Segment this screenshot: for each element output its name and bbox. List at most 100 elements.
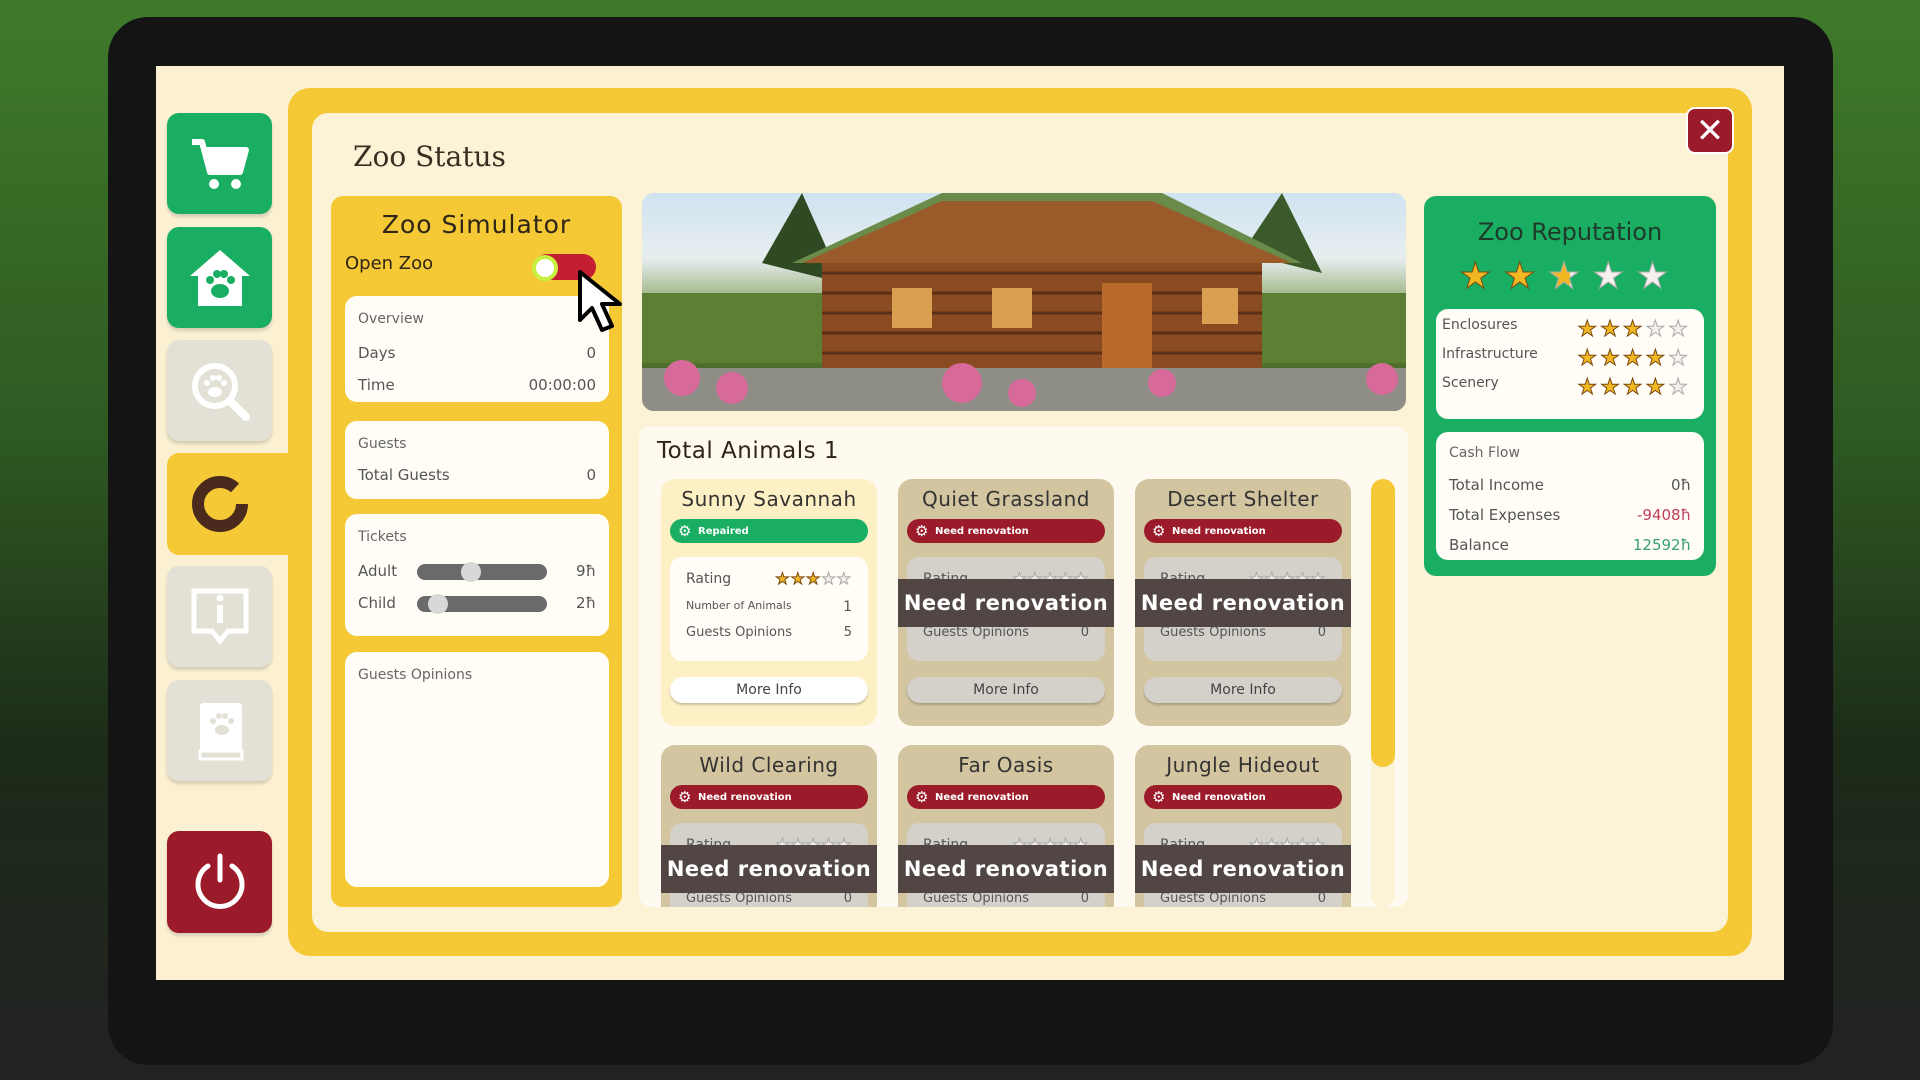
rating-label: Rating — [686, 570, 732, 587]
reputation-row: Scenery ★★★★★ — [1442, 375, 1691, 401]
status-badge: ⚙ Need renovation — [907, 785, 1105, 809]
status-badge: ⚙ Repaired — [670, 519, 868, 543]
sidebar-item-info[interactable] — [167, 566, 272, 667]
sidebar-item-encyclopedia[interactable] — [167, 680, 272, 781]
star-empty-icon: ★ — [1668, 317, 1691, 343]
cash-flow-box: Cash Flow Total Income 0ħ Total Expenses -… — [1436, 432, 1704, 560]
total-expenses-value: -9408ħ — [1636, 506, 1691, 524]
star-empty-icon: ★ — [1636, 256, 1681, 298]
close-icon: ✕ — [1695, 110, 1725, 151]
reputation-categories: Enclosures ★★★★★ Infrastructure ★★★★★ Scener… — [1436, 309, 1704, 419]
star-filled-icon: ★ — [1600, 346, 1623, 372]
gear-wrench-icon: ⚙ — [1152, 788, 1166, 806]
enclosure-name: Wild Clearing — [699, 753, 839, 777]
guests-box: Guests Total Guests 0 — [345, 421, 609, 499]
category-label: Enclosures — [1442, 317, 1518, 333]
overview-heading: Overview — [358, 311, 424, 327]
days-value: 0 — [586, 344, 596, 362]
status-badge: ⚙ Need renovation — [670, 785, 868, 809]
star-empty-icon: ★ — [1645, 317, 1669, 343]
star-empty-icon: ★ — [836, 569, 852, 589]
sidebar-item-shop[interactable] — [167, 113, 272, 214]
enclosure-card: Wild Clearing ⚙Need renovation Rating★★★… — [661, 745, 877, 907]
time-value: 00:00:00 — [528, 376, 596, 394]
gear-wrench-icon: ⚙ — [915, 522, 929, 540]
open-zoo-label: Open Zoo — [345, 253, 434, 274]
category-stars: ★★★★★ — [1577, 317, 1691, 343]
renovation-overlay: Need renovation — [898, 845, 1114, 893]
sidebar-item-status[interactable] — [167, 453, 272, 554]
category-stars: ★★★★★ — [1577, 346, 1691, 372]
time-label: Time — [358, 376, 395, 394]
star-filled-icon: ★ — [1600, 375, 1623, 401]
paw-search-icon — [191, 362, 250, 421]
child-price: 2ħ — [576, 594, 596, 612]
cart-icon — [191, 138, 249, 189]
tickets-box: Tickets Adult 9ħ Child 2ħ — [345, 514, 609, 636]
gear-wrench-icon: ⚙ — [678, 788, 692, 806]
reputation-row: Enclosures ★★★★★ — [1442, 317, 1691, 343]
scrollbar-thumb[interactable] — [1371, 479, 1395, 767]
renovation-overlay: Need renovation — [898, 579, 1114, 627]
days-label: Days — [358, 344, 396, 362]
category-label: Scenery — [1442, 375, 1499, 391]
status-text: Need renovation — [698, 791, 792, 803]
mouse-cursor-icon — [578, 270, 622, 332]
total-guests-label: Total Guests — [358, 466, 450, 484]
guests-heading: Guests — [358, 436, 407, 452]
total-animals-panel: Total Animals 1 Sunny Savannah ⚙ Repaired… — [639, 426, 1408, 907]
star-empty-icon: ★ — [1592, 256, 1637, 298]
slider-knob[interactable] — [428, 594, 448, 614]
renovation-overlay: Need renovation — [1135, 845, 1351, 893]
info-bubble-icon — [191, 588, 248, 645]
adult-price: 9ħ — [576, 562, 596, 580]
category-stars: ★★★★★ — [1577, 375, 1691, 401]
renovation-overlay: Need renovation — [661, 845, 877, 893]
slider-knob[interactable] — [461, 562, 481, 582]
child-price-slider[interactable] — [417, 594, 547, 614]
enclosure-card: Desert Shelter ⚙Need renovation Rating★★… — [1135, 479, 1351, 726]
guests-opinions-label: Guests Opinions — [1160, 625, 1266, 640]
ring-chart-icon — [191, 475, 248, 532]
enclosure-name: Sunny Savannah — [681, 487, 857, 511]
total-guests-value: 0 — [586, 466, 596, 484]
guests-opinions-value: 0 — [1080, 891, 1089, 906]
status-text: Need renovation — [1172, 525, 1266, 537]
close-button[interactable]: ✕ — [1686, 107, 1734, 154]
balance-value: 12592ħ — [1632, 536, 1691, 554]
guests-opinions-label: Guests Opinions — [923, 891, 1029, 906]
reputation-stars: ★★★★★ — [1424, 256, 1716, 298]
animals-count: 1 — [843, 599, 852, 615]
power-icon — [195, 853, 244, 909]
simulator-title: Zoo Simulator — [381, 210, 572, 239]
zoo-reputation-panel: Zoo Reputation ★★★★★ Enclosures ★★★★★ Infr… — [1424, 196, 1716, 576]
star-filled-icon: ★ — [1622, 346, 1646, 372]
star-filled-icon: ★ — [805, 569, 822, 589]
enclosure-name: Desert Shelter — [1167, 487, 1319, 511]
sidebar-item-zoo[interactable] — [167, 227, 272, 328]
status-badge: ⚙ Need renovation — [1144, 519, 1342, 543]
guests-opinions-value: 0 — [843, 891, 852, 906]
guests-opinions-box: Guests Opinions — [345, 652, 609, 887]
status-text: Repaired — [698, 525, 749, 537]
more-info-button[interactable]: More Info — [907, 677, 1105, 703]
enclosure-card: Far Oasis ⚙Need renovation Rating★★★★★Gu… — [898, 745, 1114, 907]
more-info-button[interactable]: More Info — [1144, 677, 1342, 703]
star-filled-icon: ★ — [1577, 375, 1601, 401]
gear-wrench-icon: ⚙ — [915, 788, 929, 806]
total-animals-title: Total Animals 1 — [657, 438, 840, 464]
tickets-heading: Tickets — [358, 529, 407, 545]
star-filled-icon: ★ — [1503, 256, 1548, 298]
guests-opinions-value: 0 — [1080, 625, 1089, 640]
reputation-title: Zoo Reputation — [1477, 218, 1663, 246]
sidebar-item-search[interactable] — [167, 340, 272, 441]
category-label: Infrastructure — [1442, 346, 1538, 362]
gear-check-icon: ⚙ — [678, 522, 692, 540]
status-badge: ⚙ Need renovation — [907, 519, 1105, 543]
more-info-button[interactable]: More Info — [670, 677, 868, 703]
reputation-row: Infrastructure ★★★★★ — [1442, 346, 1691, 372]
adult-price-slider[interactable] — [417, 562, 547, 582]
enclosure-name: Far Oasis — [958, 753, 1054, 777]
power-button[interactable] — [167, 831, 272, 933]
enclosure-name: Jungle Hideout — [1166, 753, 1320, 777]
